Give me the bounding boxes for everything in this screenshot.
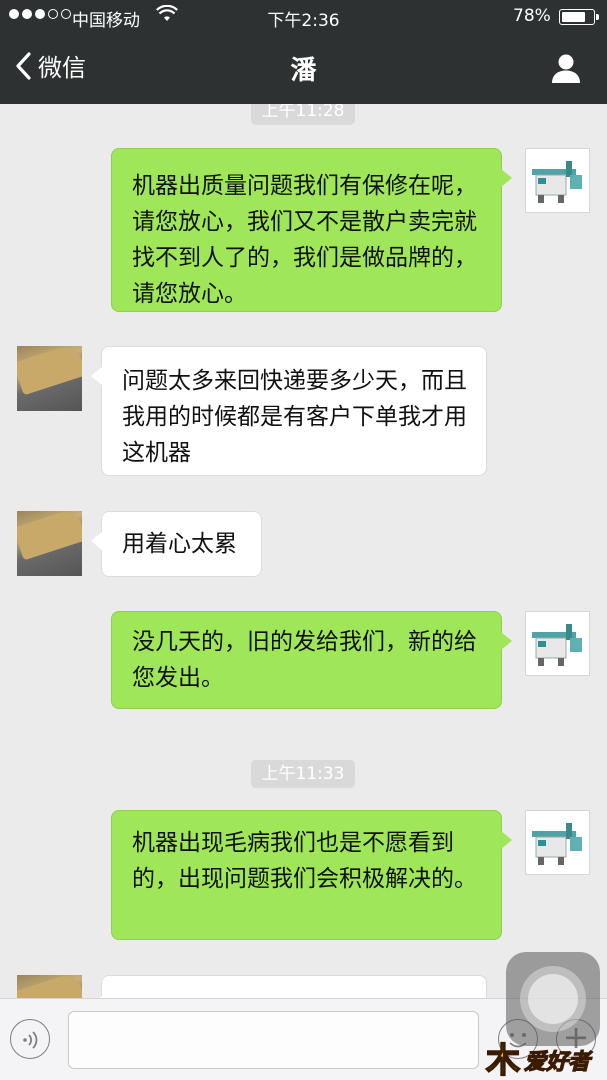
machine-product-icon [532, 823, 582, 865]
svg-text:爱好者: 爱好者 [524, 1049, 593, 1074]
message-bubble-me[interactable]: 机器出质量问题我们有保修在呢，请您放心，我们又不是散户卖完就找不到人了的，我们是… [111, 148, 512, 312]
status-bar: 中国移动 下午2:36 78% [0, 0, 607, 34]
message-text: 机器出现毛病我们也是不愿看到的，出现问题我们会积极解决的。 [132, 830, 477, 892]
top-bar: 中国移动 下午2:36 78% 微信 潘 [0, 0, 607, 104]
assistive-touch-button[interactable] [506, 952, 600, 1046]
message-text: 没几天的，旧的发给我们，新的给您发出。 [132, 629, 477, 691]
message-bubble-them[interactable]: 用着心太累 [91, 511, 262, 577]
machine-product-icon [532, 624, 582, 666]
message-bubble-me[interactable]: 机器出现毛病我们也是不愿看到的，出现问题我们会积极解决的。 [111, 810, 512, 940]
machine-product-icon [532, 161, 582, 203]
message-input[interactable] [68, 1011, 479, 1069]
message-text: 用着心太累 [122, 531, 237, 557]
contact-avatar[interactable] [17, 511, 82, 576]
svg-text:木: 木 [485, 1042, 520, 1078]
watermark-logo: 木 爱好者 [484, 1041, 593, 1078]
voice-icon [23, 1031, 38, 1049]
voice-button[interactable] [10, 1019, 50, 1059]
message-text: 机器出质量问题我们有保修在呢，请您放心，我们又不是散户卖完就找不到人了的，我们是… [132, 173, 477, 307]
battery-percent: 78% [513, 6, 551, 26]
nav-bar: 微信 潘 [0, 34, 607, 104]
battery-icon [559, 9, 599, 25]
my-avatar[interactable] [525, 611, 590, 676]
message-bubble-me[interactable]: 没几天的，旧的发给我们，新的给您发出。 [111, 611, 512, 709]
timestamp: 上午11:28 [251, 104, 355, 125]
my-avatar[interactable] [525, 810, 590, 875]
chat-area[interactable]: 上午11:28 机器出质量问题我们有保修在呢，请您放心，我们又不是散户卖完就找不… [0, 104, 607, 998]
message-bubble-them[interactable]: 问题太多来回快递要多少天，而且我用的时候都是有客户下单我才用这机器 [91, 346, 487, 476]
contact-avatar[interactable] [17, 346, 82, 411]
my-avatar[interactable] [525, 148, 590, 213]
person-icon[interactable] [550, 52, 582, 84]
contact-avatar[interactable] [17, 975, 82, 998]
message-bubble-them[interactable] [91, 975, 487, 998]
chat-title: 潘 [290, 56, 317, 86]
message-text: 问题太多来回快递要多少天，而且我用的时候都是有客户下单我才用这机器 [122, 368, 467, 466]
timestamp: 上午11:33 [251, 760, 355, 788]
